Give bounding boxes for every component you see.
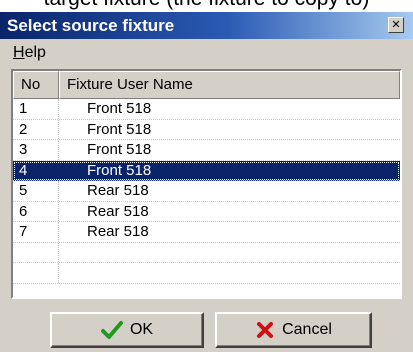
list-item[interactable]: 4 Front 518 (13, 160, 400, 181)
menu-help[interactable]: Help (13, 44, 46, 62)
fixture-number (13, 263, 59, 283)
list-item[interactable] (13, 263, 400, 284)
list-header: No Fixture User Name (13, 71, 400, 99)
cancel-button-label: Cancel (282, 321, 332, 338)
fixture-user-name: Front 518 (87, 161, 152, 179)
caption-text: target fixture (the fixture to copy to) (0, 0, 413, 12)
list-rows: 1 Front 518 2 Front 518 3 Front 518 4 Front 518… (13, 99, 400, 284)
fixture-user-name: Front 518 (87, 141, 152, 158)
fixture-number: 7 (13, 222, 59, 242)
ok-button-label: OK (129, 321, 154, 338)
fixture-number (13, 242, 59, 262)
list-item[interactable]: 3 Front 518 (13, 140, 400, 161)
column-header-no[interactable]: No (13, 71, 59, 99)
fixture-number: 2 (13, 119, 59, 139)
list-item[interactable]: 2 Front 518 (13, 119, 400, 140)
caption-label: target fixture (the fixture to copy to) (0, 0, 413, 11)
fixture-number: 1 (13, 99, 59, 119)
fixture-user-name: Rear 518 (87, 223, 149, 240)
fixture-list[interactable]: No Fixture User Name 1 Front 518 2 Front 51… (11, 69, 402, 299)
checkmark-icon (100, 320, 123, 340)
fixture-user-name (59, 263, 400, 283)
close-icon: ✕ (391, 18, 401, 31)
dialog-title: Select source fixture (7, 16, 175, 35)
list-item[interactable] (13, 242, 400, 263)
fixture-user-name: Rear 518 (87, 182, 149, 199)
title-bar[interactable]: Select source fixture ✕ (0, 12, 413, 39)
fixture-number: 3 (13, 140, 59, 160)
fixture-user-name: Rear 518 (87, 202, 149, 220)
list-item[interactable]: 7 Rear 518 (13, 222, 400, 243)
fixture-user-name: Front 518 (87, 100, 152, 117)
fixture-number: 6 (13, 201, 59, 221)
fixture-user-name: Front 518 (87, 120, 152, 138)
ok-button[interactable]: OK (50, 312, 204, 348)
menu-help-mnemonic: H (13, 44, 25, 61)
menu-help-label: elp (24, 44, 46, 61)
close-button[interactable]: ✕ (388, 17, 404, 33)
select-source-fixture-dialog: Select source fixture ✕ Help No Fixture … (0, 12, 413, 352)
column-header-fixture-user-name[interactable]: Fixture User Name (59, 71, 400, 99)
fixture-number: 4 (13, 160, 59, 180)
list-item[interactable]: 6 Rear 518 (13, 201, 400, 222)
x-icon (255, 320, 275, 340)
cancel-button[interactable]: Cancel (215, 312, 372, 348)
list-item[interactable]: 5 Rear 518 (13, 181, 400, 202)
list-item[interactable]: 1 Front 518 (13, 99, 400, 120)
fixture-user-name (59, 243, 400, 263)
menu-bar: Help (0, 39, 413, 66)
fixture-number: 5 (13, 181, 59, 201)
